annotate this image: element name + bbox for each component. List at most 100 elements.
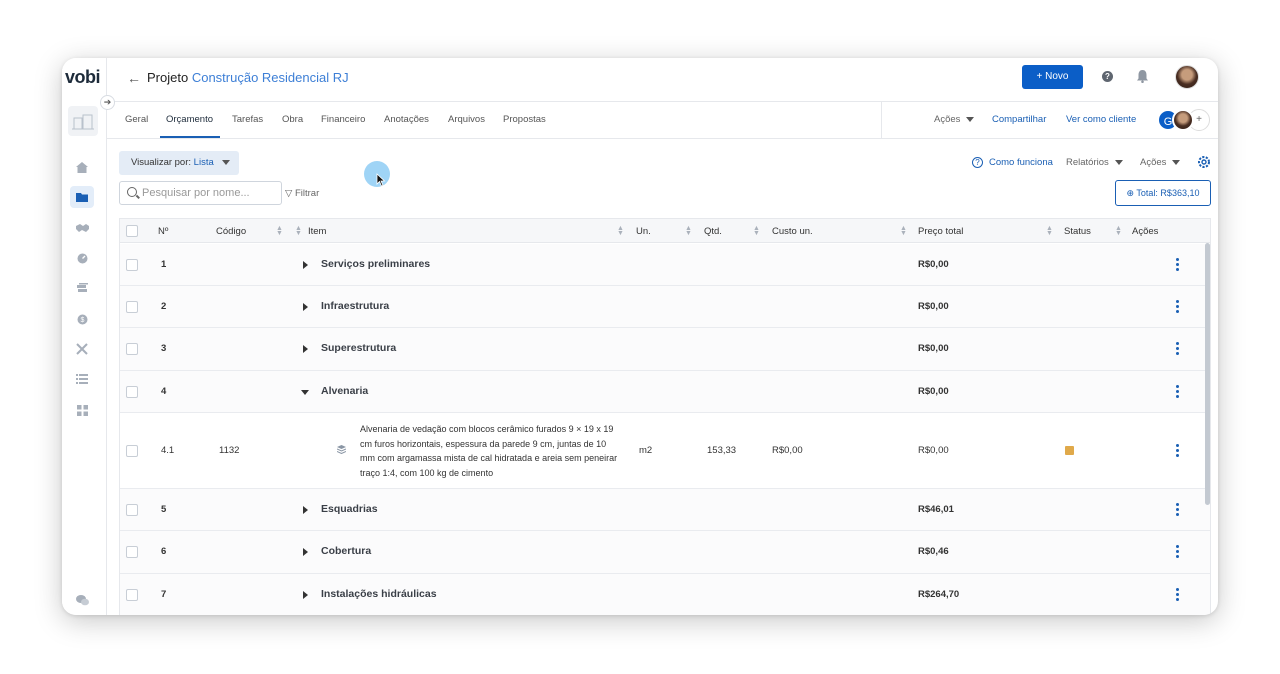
sidebar-collapse-button[interactable]: ➔ bbox=[100, 95, 115, 110]
table-row[interactable]: 2 Infraestrutura R$0,00 bbox=[120, 286, 1210, 328]
how-it-works-link[interactable]: Como funciona bbox=[989, 157, 1053, 168]
sort-icon[interactable]: ▲ ▼ bbox=[1115, 225, 1122, 237]
help-icon[interactable]: ? bbox=[1102, 71, 1113, 82]
page-title: Projeto Construção Residencial RJ bbox=[147, 70, 349, 85]
bell-icon[interactable] bbox=[1137, 70, 1149, 84]
view-by-select[interactable]: Visualizar por: Lista bbox=[119, 151, 239, 175]
row-checkbox[interactable] bbox=[126, 386, 138, 398]
project-name-link[interactable]: Construção Residencial RJ bbox=[192, 70, 349, 85]
table-scrollbar[interactable] bbox=[1205, 243, 1210, 505]
chevron-down-icon bbox=[1114, 159, 1123, 165]
col-header-unit[interactable]: Un. bbox=[636, 226, 651, 237]
expand-caret-icon[interactable] bbox=[303, 506, 308, 514]
table-row[interactable]: 7 Instalações hidráulicas R$264,70 bbox=[120, 574, 1210, 615]
filter-button[interactable]: ▽ Filtrar bbox=[285, 188, 319, 199]
chevron-down-icon bbox=[222, 159, 231, 165]
mouse-cursor-icon bbox=[376, 173, 386, 187]
project-thumbnail[interactable] bbox=[68, 106, 98, 136]
row-item-name: Infraestrutura bbox=[321, 300, 390, 312]
sidebar: vobi $ bbox=[62, 58, 107, 615]
sort-icon[interactable]: ▲ ▼ bbox=[753, 225, 760, 237]
status-badge[interactable] bbox=[1065, 446, 1074, 455]
col-header-qty[interactable]: Qtd. bbox=[704, 226, 722, 237]
share-link[interactable]: Compartilhar bbox=[992, 114, 1046, 125]
folder-icon[interactable] bbox=[70, 186, 94, 208]
col-header-code[interactable]: Código bbox=[216, 226, 246, 237]
more-options-icon[interactable] bbox=[1176, 444, 1179, 459]
row-checkbox[interactable] bbox=[126, 445, 138, 457]
home-icon[interactable] bbox=[70, 156, 94, 178]
more-options-icon[interactable] bbox=[1176, 342, 1179, 357]
tab-orcamento[interactable]: Orçamento bbox=[166, 114, 213, 125]
expand-caret-icon[interactable] bbox=[303, 591, 308, 599]
table-row[interactable]: 3 Superestrutura R$0,00 bbox=[120, 328, 1210, 371]
more-options-icon[interactable] bbox=[1176, 588, 1179, 603]
handshake-icon[interactable] bbox=[70, 217, 94, 239]
col-header-item[interactable]: Item bbox=[308, 226, 326, 237]
more-options-icon[interactable] bbox=[1176, 545, 1179, 560]
dollar-icon[interactable]: $ bbox=[70, 308, 94, 330]
expand-caret-icon[interactable] bbox=[303, 261, 308, 269]
sort-icon[interactable]: ▲ ▼ bbox=[900, 225, 907, 237]
col-header-status[interactable]: Status bbox=[1064, 226, 1091, 237]
table-row-item[interactable]: 4.1 1132 Alvenaria de vedação com blocos… bbox=[120, 413, 1210, 489]
sort-icon[interactable]: ▲ ▼ bbox=[685, 225, 692, 237]
back-arrow-icon[interactable]: ← bbox=[127, 70, 141, 86]
new-button[interactable]: + Novo bbox=[1022, 65, 1083, 89]
row-checkbox[interactable] bbox=[126, 589, 138, 601]
more-options-icon[interactable] bbox=[1176, 300, 1179, 315]
client-view-link[interactable]: Ver como cliente bbox=[1066, 114, 1136, 125]
select-all-checkbox[interactable] bbox=[126, 225, 138, 237]
tab-bar: Geral Orçamento Tarefas Obra Financeiro … bbox=[107, 102, 1218, 139]
reports-dropdown[interactable]: Relatórios bbox=[1066, 157, 1123, 168]
expand-caret-icon[interactable] bbox=[303, 303, 308, 311]
chat-icon[interactable] bbox=[70, 589, 94, 611]
search-input[interactable]: Pesquisar por nome... bbox=[119, 181, 282, 205]
sort-icon[interactable]: ▲ ▼ bbox=[1046, 225, 1053, 237]
tab-obra[interactable]: Obra bbox=[282, 114, 303, 125]
more-options-icon[interactable] bbox=[1176, 258, 1179, 273]
tab-actions-dropdown[interactable]: Ações bbox=[934, 114, 975, 125]
tab-anotacoes[interactable]: Anotações bbox=[384, 114, 429, 125]
expand-caret-icon[interactable] bbox=[303, 548, 308, 556]
user-avatar[interactable] bbox=[1175, 65, 1199, 89]
tab-financeiro[interactable]: Financeiro bbox=[321, 114, 365, 125]
list-icon[interactable] bbox=[70, 368, 94, 390]
gear-icon[interactable] bbox=[1197, 155, 1211, 169]
more-options-icon[interactable] bbox=[1176, 503, 1179, 518]
total-button[interactable]: ⊕ Total: R$363,10 bbox=[1115, 180, 1211, 206]
row-checkbox[interactable] bbox=[126, 546, 138, 558]
expand-all-icon[interactable]: ▲ ▼ bbox=[295, 225, 302, 237]
tab-tarefas[interactable]: Tarefas bbox=[232, 114, 263, 125]
tab-geral[interactable]: Geral bbox=[125, 114, 148, 125]
tab-propostas[interactable]: Propostas bbox=[503, 114, 546, 125]
gauge-icon[interactable] bbox=[70, 247, 94, 269]
row-total-price: R$0,00 bbox=[918, 445, 949, 456]
tools-icon[interactable] bbox=[70, 338, 94, 360]
col-header-total-price[interactable]: Preço total bbox=[918, 226, 963, 237]
tab-arquivos[interactable]: Arquivos bbox=[448, 114, 485, 125]
table-row[interactable]: 5 Esquadrias R$46,01 bbox=[120, 489, 1210, 531]
table-row[interactable]: 1 Serviços preliminares R$0,00 bbox=[120, 244, 1210, 286]
row-checkbox[interactable] bbox=[126, 504, 138, 516]
col-header-number[interactable]: Nº bbox=[158, 226, 168, 237]
actions-dropdown[interactable]: Ações bbox=[1140, 157, 1181, 168]
sort-icon[interactable]: ▲ ▼ bbox=[617, 225, 624, 237]
row-checkbox[interactable] bbox=[126, 301, 138, 313]
col-header-unit-cost[interactable]: Custo un. bbox=[772, 226, 813, 237]
top-header: ← Projeto Construção Residencial RJ + No… bbox=[107, 58, 1218, 102]
table-row[interactable]: 6 Cobertura R$0,46 bbox=[120, 531, 1210, 574]
expand-caret-icon[interactable] bbox=[303, 345, 308, 353]
row-checkbox[interactable] bbox=[126, 343, 138, 355]
row-unit-cost[interactable]: R$0,00 bbox=[772, 445, 803, 456]
table-row[interactable]: 4 Alvenaria R$0,00 bbox=[120, 371, 1210, 413]
row-number: 3 bbox=[161, 343, 167, 354]
stack-icon[interactable] bbox=[70, 277, 94, 299]
apps-icon[interactable] bbox=[70, 399, 94, 421]
member-avatar-photo[interactable] bbox=[1172, 109, 1194, 131]
row-checkbox[interactable] bbox=[126, 259, 138, 271]
collapse-caret-icon[interactable] bbox=[301, 390, 309, 395]
more-options-icon[interactable] bbox=[1176, 385, 1179, 400]
row-qty[interactable]: 153,33 bbox=[707, 445, 736, 456]
sort-icon[interactable]: ▲ ▼ bbox=[276, 225, 283, 237]
